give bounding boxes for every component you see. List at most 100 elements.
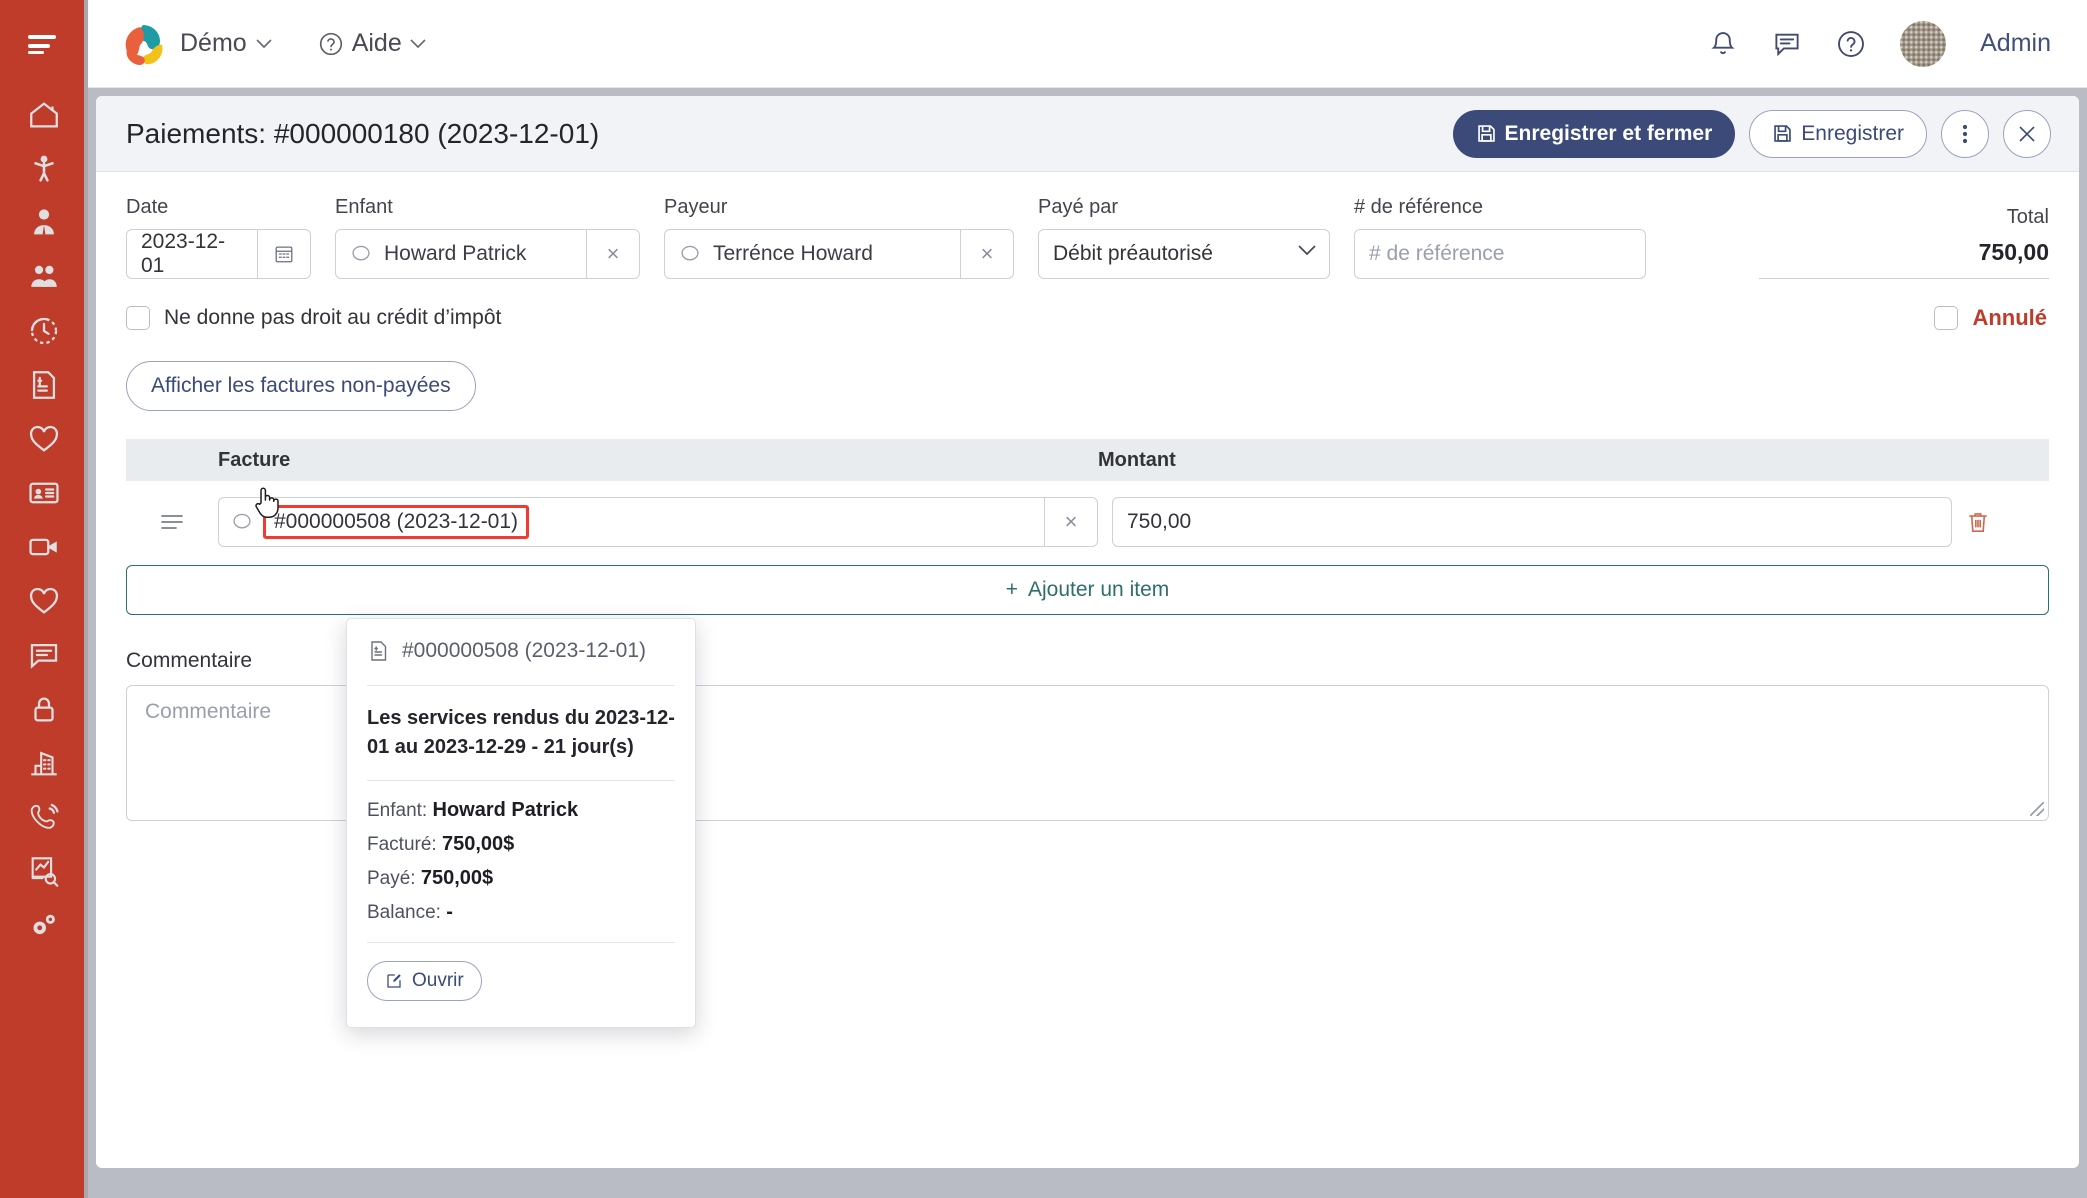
comment-bubble-icon [679, 243, 701, 265]
paye-par-select[interactable]: Débit préautorisé [1038, 229, 1330, 279]
open-invoice-button[interactable]: Ouvrir [367, 961, 482, 1001]
add-item-button[interactable]: + Ajouter un item [126, 565, 2049, 615]
sidebar-item-attendance[interactable] [0, 304, 88, 358]
date-field-group: Date 2023-12-01 [126, 196, 311, 279]
heart-outline-icon [27, 584, 61, 618]
sidebar-item-billing[interactable] [0, 358, 88, 412]
popup-field-enfant-key: Enfant: [367, 800, 427, 821]
notification-bell-button[interactable] [1708, 29, 1738, 59]
reference-label: # de référence [1354, 196, 1646, 219]
total-value: 750,00 [1759, 239, 2049, 279]
chevron-down-icon [410, 39, 426, 49]
date-input[interactable]: 2023-12-01 [126, 229, 257, 279]
chat-button[interactable] [1772, 29, 1802, 59]
close-button[interactable] [2003, 110, 2051, 158]
comment-bubble-icon [231, 511, 253, 533]
sidebar-item-calls[interactable] [0, 790, 88, 844]
help-menu[interactable]: Aide [318, 29, 426, 58]
enfant-clear-button[interactable]: × [586, 229, 640, 279]
payeur-value: Terrénce Howard [713, 242, 873, 266]
tax-credit-checkbox[interactable] [126, 306, 150, 330]
form-field-row: Date 2023-12-01 Enfant [126, 196, 2049, 279]
total-block: Total 750,00 [1759, 206, 2049, 279]
sidebar-item-health[interactable] [0, 412, 88, 466]
hamburger-menu-button[interactable] [0, 0, 88, 88]
kebab-menu-icon [1962, 122, 1968, 146]
sidebar-item-messages[interactable] [0, 628, 88, 682]
sidebar-item-reports[interactable] [0, 844, 88, 898]
total-label: Total [1759, 206, 2049, 229]
facture-input[interactable]: #000000508 (2023-12-01) [218, 497, 1044, 547]
plus-icon: + [1006, 578, 1018, 602]
popup-field-balance-value: - [446, 901, 453, 923]
comment-bubble-icon [350, 243, 372, 265]
sidebar-item-video[interactable] [0, 520, 88, 574]
enfant-input[interactable]: Howard Patrick [335, 229, 586, 279]
facture-clear-button[interactable]: × [1044, 497, 1098, 547]
montant-column-header: Montant [1098, 449, 2049, 472]
help-circle-icon [1836, 29, 1866, 59]
popup-divider [367, 780, 675, 781]
sidebar-item-facilities[interactable] [0, 736, 88, 790]
child-icon [27, 152, 61, 186]
show-unpaid-invoices-button[interactable]: Afficher les factures non-payées [126, 361, 476, 411]
show-unpaid-wrap: Afficher les factures non-payées [126, 361, 2049, 411]
facture-value: #000000508 (2023-12-01) [263, 505, 529, 539]
sidebar-item-favorites[interactable] [0, 574, 88, 628]
brand-name[interactable]: Démo [180, 29, 272, 58]
clock-icon [27, 314, 61, 348]
user-name[interactable]: Admin [1980, 29, 2051, 58]
enfant-value: Howard Patrick [384, 242, 526, 266]
hamburger-menu-icon [24, 29, 64, 59]
date-label: Date [126, 196, 311, 219]
cancelled-block: Annulé [1934, 305, 2049, 331]
facture-cell: #000000508 (2023-12-01) × [218, 497, 1098, 547]
row-drag-handle[interactable] [126, 513, 218, 531]
save-and-close-button[interactable]: Enregistrer et fermer [1453, 110, 1736, 158]
sidebar-item-contacts[interactable] [0, 466, 88, 520]
paye-par-label: Payé par [1038, 196, 1330, 219]
enfant-lookup-group: Howard Patrick × [335, 229, 640, 279]
tax-credit-row: Ne donne pas droit au crédit d’impôt Ann… [126, 305, 2049, 331]
sidebar-item-settings[interactable] [0, 898, 88, 952]
payeur-label: Payeur [664, 196, 1014, 219]
popup-description: Les services rendus du 2023-12-01 au 202… [367, 704, 675, 762]
popup-field-facture: Facturé: 750,00$ [367, 833, 675, 856]
brand-label: Démo [180, 29, 247, 58]
cancelled-checkbox[interactable] [1934, 306, 1958, 330]
textarea-resize-handle[interactable] [2030, 802, 2044, 816]
sidebar-item-home[interactable] [0, 88, 88, 142]
date-input-group[interactable]: 2023-12-01 [126, 229, 311, 279]
educator-icon [27, 206, 61, 240]
calendar-button[interactable] [257, 229, 311, 279]
calendar-icon [273, 243, 295, 265]
payeur-lookup-group: Terrénce Howard × [664, 229, 1014, 279]
topbar-actions: Admin [1708, 21, 2087, 67]
avatar[interactable] [1900, 21, 1946, 67]
save-icon [1476, 123, 1497, 144]
edit-icon [385, 972, 403, 990]
phone-ring-icon [27, 800, 61, 834]
comment-placeholder: Commentaire [145, 700, 271, 723]
sidebar-item-parents[interactable] [0, 250, 88, 304]
popup-invoice-number: #000000508 (2023-12-01) [402, 639, 646, 663]
topbar: Démo Aide [88, 0, 2087, 88]
home-icon [27, 98, 61, 132]
sidebar-item-educators[interactable] [0, 196, 88, 250]
delete-row-button[interactable] [1965, 509, 1991, 535]
reference-input[interactable]: # de référence [1354, 229, 1646, 279]
save-icon [1772, 123, 1793, 144]
montant-input[interactable]: 750,00 [1112, 497, 1952, 547]
notification-bell-icon [1708, 29, 1738, 59]
sidebar-item-children[interactable] [0, 142, 88, 196]
help-button[interactable] [1836, 29, 1866, 59]
sidebar-item-security[interactable] [0, 682, 88, 736]
save-button[interactable]: Enregistrer [1749, 110, 1927, 158]
app-logo[interactable]: Démo [118, 19, 272, 69]
payeur-clear-button[interactable]: × [960, 229, 1014, 279]
chat-bubble-icon [1772, 29, 1802, 59]
close-icon [2018, 125, 2036, 143]
more-options-button[interactable] [1941, 110, 1989, 158]
popup-divider [367, 942, 675, 943]
payeur-input[interactable]: Terrénce Howard [664, 229, 960, 279]
